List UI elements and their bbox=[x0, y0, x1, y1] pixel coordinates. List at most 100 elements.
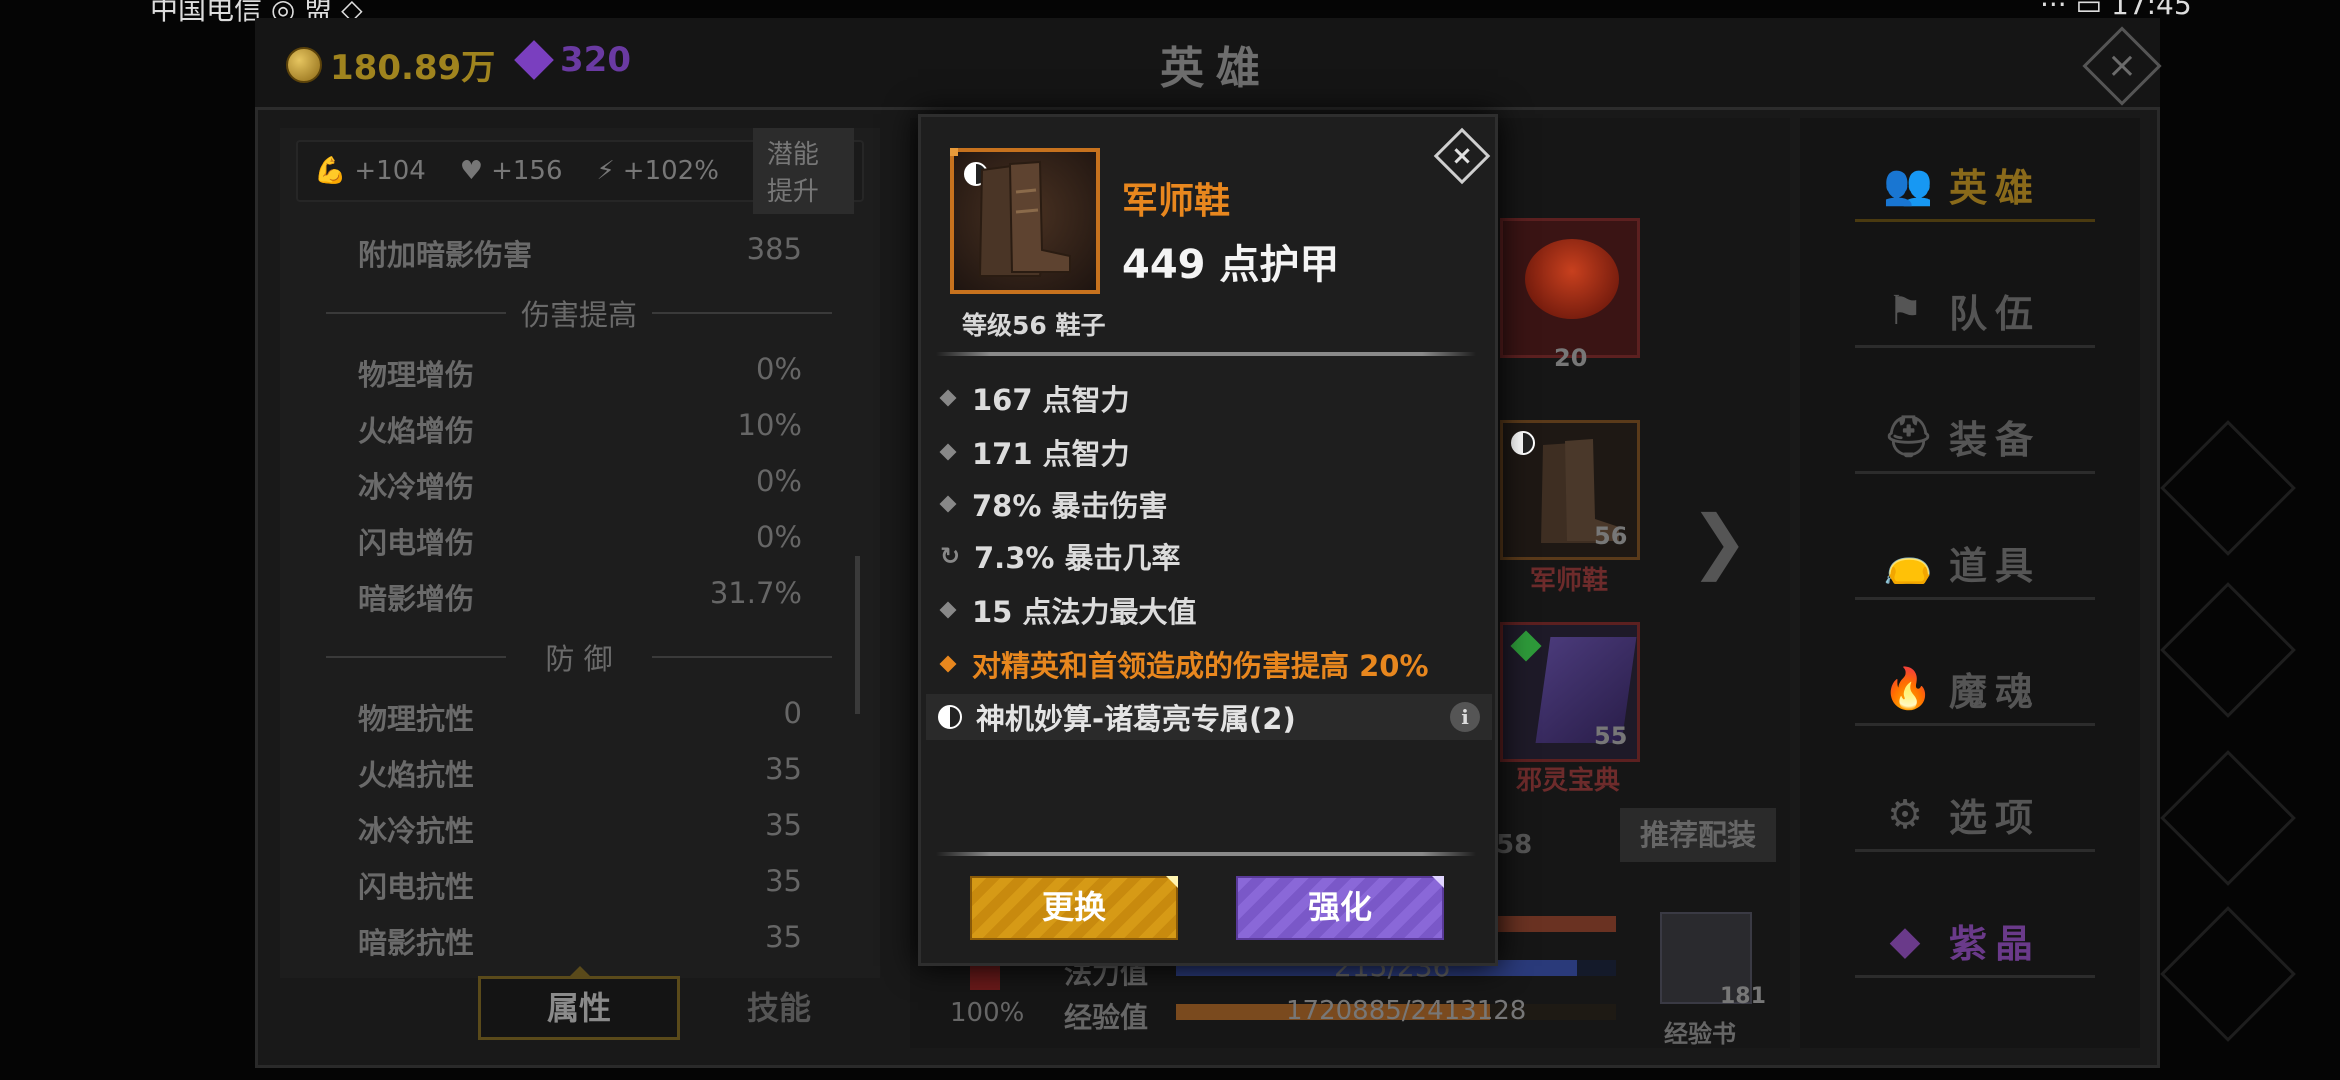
stat-value: 0% bbox=[755, 520, 802, 554]
exp-value: 1720885/2413128 bbox=[1286, 996, 1527, 1026]
item-name: 军师鞋 bbox=[1122, 181, 1231, 222]
arrow-right-icon[interactable]: ❯ bbox=[1690, 500, 1749, 582]
boots-name: 军师鞋 bbox=[1530, 566, 1609, 596]
gold-amount: 180.89万 bbox=[330, 48, 496, 88]
stat-label: 冰冷抗性 bbox=[358, 814, 475, 848]
buff-speed: ⚡ +102% bbox=[597, 156, 719, 186]
stats-scrollbar[interactable] bbox=[855, 556, 860, 714]
nav-equipment-label: 装备 bbox=[1949, 418, 2042, 462]
recommend-button[interactable]: 推荐配装 bbox=[1620, 808, 1776, 862]
divider bbox=[936, 852, 1476, 856]
tab-skills[interactable]: 技能 bbox=[714, 976, 844, 1040]
nav-options[interactable]: ⚙ 选项 bbox=[1855, 780, 2095, 852]
stat-label: 物理增伤 bbox=[358, 358, 475, 392]
pumpkin-icon bbox=[1525, 239, 1619, 319]
pet-level: 20 bbox=[1554, 344, 1588, 372]
nav-team[interactable]: ⚑ 队伍 bbox=[1855, 276, 2095, 348]
stat-label: 暗影增伤 bbox=[358, 582, 475, 616]
exp-book-count: 181 bbox=[1720, 984, 1766, 1009]
tab-caret bbox=[570, 966, 590, 976]
item-armor: 449 点护甲 bbox=[1122, 242, 1340, 288]
nav-soul[interactable]: 🔥 魔魂 bbox=[1855, 654, 2095, 726]
nav-amethyst[interactable]: ◆ 紫晶 bbox=[1855, 906, 2095, 978]
swap-button[interactable]: 更换 bbox=[970, 876, 1178, 940]
divider bbox=[936, 352, 1476, 356]
affix-row-legendary: 对精英和首领造成的伤害提高 20% bbox=[939, 644, 1460, 684]
buff-strength: 💪 +104 bbox=[314, 156, 426, 186]
stat-label: 物理抗性 bbox=[358, 702, 475, 736]
diamond-bullet-icon bbox=[939, 601, 957, 619]
set-bonus-row[interactable]: 神机妙算-诸葛亮专属(2) bbox=[926, 694, 1492, 740]
side-decoration bbox=[2160, 582, 2296, 718]
helmet-icon: ⛑ bbox=[1883, 414, 1934, 460]
nav-hero[interactable]: 👥 英雄 bbox=[1855, 150, 2095, 222]
affix-row: ↻ 7.3% 暴击几率 bbox=[940, 536, 1460, 576]
button-corner bbox=[1432, 876, 1444, 888]
diamond-bullet-icon bbox=[939, 655, 957, 673]
info-icon[interactable]: i bbox=[1450, 702, 1480, 732]
stat-label: 冰冷增伤 bbox=[358, 470, 475, 504]
set-bonus-text: 神机妙算-诸葛亮专属(2) bbox=[976, 702, 1296, 736]
upgrade-button[interactable]: 强化 bbox=[1236, 876, 1444, 940]
stat-label: 暗影抗性 bbox=[358, 926, 475, 960]
side-decoration bbox=[2160, 750, 2296, 886]
stat-value: 385 bbox=[746, 232, 802, 266]
diamond-bullet-icon bbox=[939, 389, 957, 407]
hero-icon: 👥 bbox=[1883, 162, 1933, 208]
nav-team-label: 队伍 bbox=[1949, 292, 2042, 336]
set-yinyang-icon bbox=[938, 705, 962, 729]
stat-row: 冰冷增伤 0% bbox=[358, 464, 802, 504]
stat-row: 火焰抗性 35 bbox=[358, 752, 802, 792]
gem-display: 320 bbox=[514, 40, 631, 80]
stat-row: 闪电抗性 35 bbox=[358, 864, 802, 904]
stat-label: 火焰增伤 bbox=[358, 414, 475, 448]
screen-title: 英雄 bbox=[1160, 43, 1272, 94]
stat-row: 物理增伤 0% bbox=[358, 352, 802, 392]
stat-label: 闪电抗性 bbox=[358, 870, 475, 904]
stat-row: 暗影增伤 31.7% bbox=[358, 576, 802, 616]
buff-bar: 💪 +104 ♥ +156 ⚡ +102% 潜能提升 bbox=[296, 128, 864, 214]
affix-text: 167 点智力 bbox=[972, 383, 1130, 417]
stat-value: 35 bbox=[765, 752, 802, 786]
section-damage-header: 伤害提高 bbox=[326, 292, 832, 334]
diamond-bullet-icon bbox=[939, 495, 957, 513]
buff-health: ♥ +156 bbox=[460, 156, 563, 186]
diamond-bullet-icon bbox=[939, 443, 957, 461]
book-name: 邪灵宝典 bbox=[1516, 766, 1621, 796]
gold-display: 180.89万 bbox=[286, 40, 495, 89]
section-defense-header: 防 御 bbox=[326, 636, 832, 678]
affix-text: 171 点智力 bbox=[972, 437, 1130, 471]
potential-button[interactable]: 潜能提升 bbox=[752, 128, 854, 214]
nav-amethyst-label: 紫晶 bbox=[1949, 922, 2042, 966]
nav-items[interactable]: 👝 道具 bbox=[1855, 528, 2095, 600]
boots-level: 56 bbox=[1594, 522, 1628, 550]
flag-icon: ⚑ bbox=[1887, 287, 1923, 334]
lightning-icon: ⚡ bbox=[596, 156, 615, 186]
item-level-type: 等级56 鞋子 bbox=[962, 311, 1106, 340]
buff-health-value: +156 bbox=[491, 156, 563, 186]
stat-value: 0% bbox=[755, 352, 802, 386]
gem-icon bbox=[514, 40, 554, 80]
close-icon: × bbox=[2106, 45, 2138, 86]
affix-text: 78% 暴击伤害 bbox=[972, 489, 1168, 523]
stat-row: 附加暗影伤害 385 bbox=[358, 232, 802, 272]
heart-icon: ♥ bbox=[459, 156, 484, 186]
affix-text: 15 点法力最大值 bbox=[972, 595, 1197, 629]
stat-value: 35 bbox=[765, 808, 802, 842]
stat-label: 火焰抗性 bbox=[358, 758, 475, 792]
affix-row: 15 点法力最大值 bbox=[939, 590, 1460, 630]
stat-row: 冰冷抗性 35 bbox=[358, 808, 802, 848]
tab-attributes[interactable]: 属性 bbox=[478, 976, 680, 1040]
side-decoration bbox=[2160, 906, 2296, 1042]
pet-slot[interactable] bbox=[1500, 218, 1640, 358]
nav-equipment[interactable]: ⛑ 装备 bbox=[1855, 402, 2095, 474]
book-level: 55 bbox=[1594, 722, 1628, 750]
stat-value: 10% bbox=[737, 408, 802, 442]
side-decoration bbox=[2160, 420, 2296, 556]
close-icon: × bbox=[1451, 141, 1473, 171]
stat-row: 闪电增伤 0% bbox=[358, 520, 802, 560]
exp-label: 经验值 bbox=[1064, 1001, 1149, 1034]
nav-items-label: 道具 bbox=[1949, 544, 2042, 588]
reroll-icon: ↻ bbox=[940, 542, 961, 570]
bag-icon: 👝 bbox=[1883, 540, 1933, 586]
